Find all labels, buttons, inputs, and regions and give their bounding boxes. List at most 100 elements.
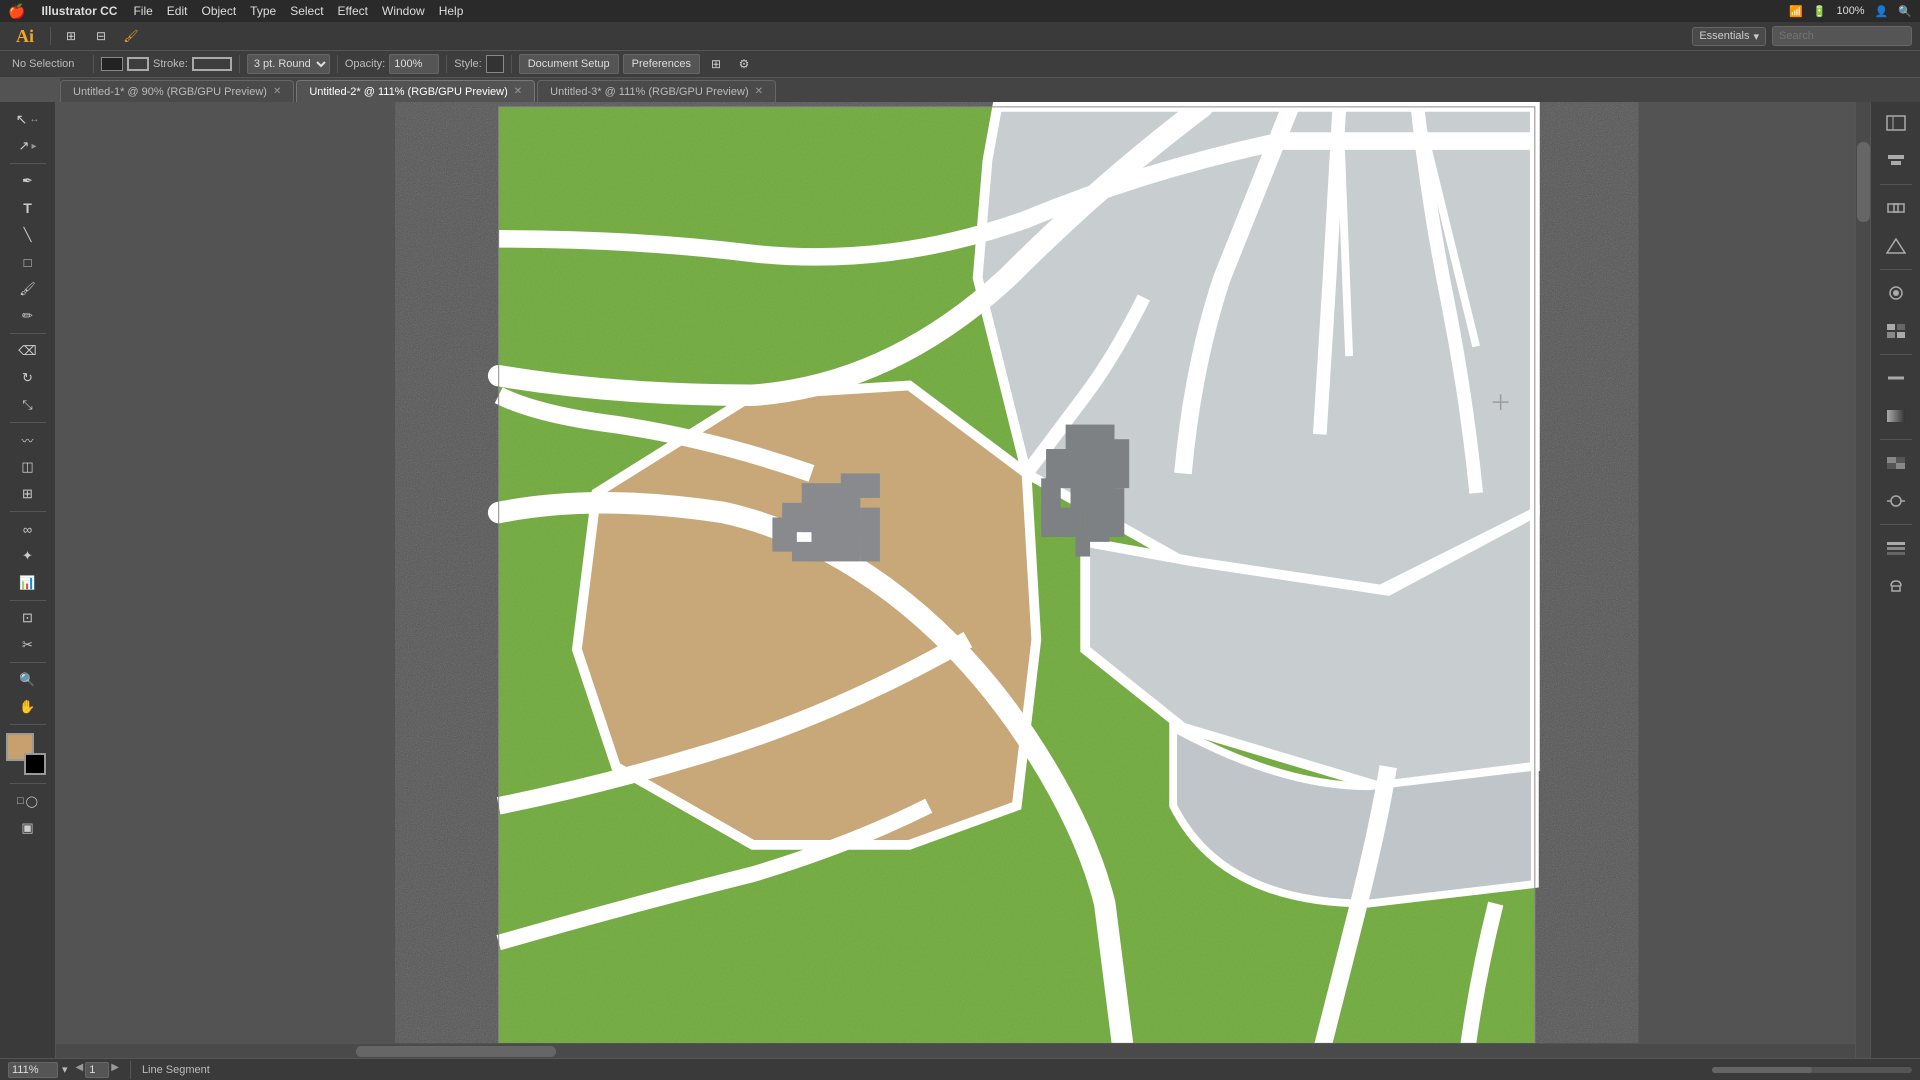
app-name: Illustrator CC bbox=[41, 4, 117, 18]
sep bbox=[130, 1061, 131, 1079]
scale-tool[interactable]: ⤡ bbox=[4, 392, 52, 418]
main-toolbar: No Selection Stroke: 3 pt. Round 1 pt. 2… bbox=[0, 50, 1920, 78]
sep8 bbox=[10, 783, 46, 784]
links-btn[interactable] bbox=[1877, 569, 1915, 603]
apple-icon[interactable]: 🍎 bbox=[8, 3, 25, 20]
color-panel-btn[interactable] bbox=[1877, 276, 1915, 310]
zoom-control: 111% ▾ bbox=[8, 1062, 68, 1078]
tab-close-2[interactable]: ✕ bbox=[514, 86, 522, 97]
sep bbox=[10, 163, 46, 164]
pencil-tool[interactable]: ✏ bbox=[4, 303, 52, 329]
settings-icon[interactable]: ⚙ bbox=[732, 52, 756, 76]
style-swatch[interactable] bbox=[486, 55, 504, 73]
sep5 bbox=[511, 55, 512, 73]
shape-tool[interactable]: □ bbox=[4, 249, 52, 275]
canvas-area[interactable] bbox=[56, 102, 1870, 1058]
page-nav: ◀ 1 ▶ bbox=[76, 1062, 119, 1078]
swatches-btn[interactable] bbox=[1877, 314, 1915, 348]
sep5 bbox=[1880, 524, 1912, 525]
separator bbox=[50, 27, 51, 45]
sep3 bbox=[1880, 354, 1912, 355]
zoom-input[interactable]: 111% bbox=[8, 1062, 58, 1078]
stroke-box[interactable] bbox=[24, 753, 46, 775]
arrange-icon[interactable]: ⊞ bbox=[704, 52, 728, 76]
tabs-bar: Untitled-1* @ 90% (RGB/GPU Preview) ✕ Un… bbox=[60, 78, 1920, 102]
shape-builder-btn[interactable] bbox=[1877, 229, 1915, 263]
transform-panel-btn[interactable] bbox=[1877, 106, 1915, 140]
sep4 bbox=[10, 511, 46, 512]
line-tool[interactable]: ╲ bbox=[4, 222, 52, 248]
tab-close-1[interactable]: ✕ bbox=[273, 86, 281, 97]
user-icon: 👤 bbox=[1875, 5, 1889, 18]
paintbrush-tool[interactable]: 🖌 bbox=[4, 276, 52, 302]
preferences-button[interactable]: Preferences bbox=[623, 54, 700, 74]
tab-untitled2[interactable]: Untitled-2* @ 111% (RGB/GPU Preview) ✕ bbox=[296, 80, 535, 102]
menu-file[interactable]: File bbox=[133, 4, 152, 18]
system-tray: 📶 🔋 100% 👤 🔍 bbox=[1789, 5, 1912, 18]
scroll-right[interactable] bbox=[1855, 102, 1870, 1058]
gradient-tool[interactable]: ◫ bbox=[4, 454, 52, 480]
menu-type[interactable]: Type bbox=[250, 4, 276, 18]
next-page-btn[interactable]: ▶ bbox=[111, 1062, 119, 1078]
app-logo: Ai bbox=[8, 22, 42, 50]
stroke-size-select[interactable]: 3 pt. Round 1 pt. 2 pt. 5 pt. bbox=[247, 54, 330, 74]
document-setup-button[interactable]: Document Setup bbox=[519, 54, 619, 74]
fill-color-box[interactable] bbox=[101, 57, 123, 71]
page-input[interactable]: 1 bbox=[85, 1062, 109, 1078]
color-area[interactable] bbox=[6, 733, 50, 775]
search-input[interactable] bbox=[1772, 26, 1912, 46]
transparency-btn[interactable] bbox=[1877, 446, 1915, 480]
rotate-tool[interactable]: ↻ bbox=[4, 365, 52, 391]
sep3 bbox=[337, 55, 338, 73]
tab-untitled1[interactable]: Untitled-1* @ 90% (RGB/GPU Preview) ✕ bbox=[60, 80, 294, 102]
symbol-tool[interactable]: ✦ bbox=[4, 543, 52, 569]
direct-select-tool[interactable]: ↗▸ bbox=[4, 133, 52, 159]
brush-btn[interactable]: 🖌 bbox=[119, 24, 143, 48]
eraser-tool[interactable]: ⌫ bbox=[4, 338, 52, 364]
sep1 bbox=[93, 55, 94, 73]
pathfinder-btn[interactable] bbox=[1877, 191, 1915, 225]
tab-untitled3[interactable]: Untitled-3* @ 111% (RGB/GPU Preview) ✕ bbox=[537, 80, 776, 102]
chevron-down-icon: ▾ bbox=[1753, 30, 1759, 43]
prev-page-btn[interactable]: ◀ bbox=[76, 1062, 84, 1078]
stroke-color-box[interactable] bbox=[127, 57, 149, 71]
menu-edit[interactable]: Edit bbox=[167, 4, 188, 18]
stroke-swatch[interactable] bbox=[192, 57, 232, 71]
menu-window[interactable]: Window bbox=[382, 4, 425, 18]
artboard-tool[interactable]: ⊡ bbox=[4, 605, 52, 631]
status-label: Line Segment bbox=[142, 1064, 210, 1076]
fill-stroke-icons[interactable]: □◯ bbox=[4, 788, 52, 814]
gradient-panel-btn[interactable] bbox=[1877, 399, 1915, 433]
stroke-panel-btn[interactable] bbox=[1877, 361, 1915, 395]
view-btn[interactable]: ⊟ bbox=[89, 24, 113, 48]
system-menu: File Edit Object Type Select Effect Wind… bbox=[133, 4, 463, 18]
menu-effect[interactable]: Effect bbox=[338, 4, 368, 18]
tab-close-3[interactable]: ✕ bbox=[755, 86, 763, 97]
slice-tool[interactable]: ✂ bbox=[4, 632, 52, 658]
pen-tool[interactable]: ✒ bbox=[4, 168, 52, 194]
column-graph-tool[interactable]: 📊 bbox=[4, 570, 52, 596]
scroll-bottom[interactable] bbox=[56, 1043, 1855, 1058]
appearance-btn[interactable] bbox=[1877, 484, 1915, 518]
warp-tool[interactable]: 〰 bbox=[4, 427, 52, 453]
menu-help[interactable]: Help bbox=[439, 4, 464, 18]
essentials-button[interactable]: Essentials ▾ bbox=[1692, 27, 1766, 46]
search-icon[interactable]: 🔍 bbox=[1898, 5, 1912, 18]
selection-tool[interactable]: ↖↔ bbox=[4, 106, 52, 132]
layers-btn[interactable] bbox=[1877, 531, 1915, 565]
blend-tool[interactable]: ∞ bbox=[4, 516, 52, 542]
menu-object[interactable]: Object bbox=[201, 4, 236, 18]
clock: 100% bbox=[1836, 5, 1864, 17]
zoom-tool[interactable]: 🔍 bbox=[4, 667, 52, 693]
sep7 bbox=[10, 724, 46, 725]
sep3 bbox=[10, 422, 46, 423]
arrange-btn[interactable]: ⊞ bbox=[59, 24, 83, 48]
hand-tool[interactable]: ✋ bbox=[4, 694, 52, 720]
type-tool[interactable]: T bbox=[4, 195, 52, 221]
screen-mode[interactable]: ▣ bbox=[4, 815, 52, 841]
mesh-tool[interactable]: ⊞ bbox=[4, 481, 52, 507]
align-panel-btn[interactable] bbox=[1877, 144, 1915, 178]
menu-select[interactable]: Select bbox=[290, 4, 323, 18]
zoom-dropdown-icon[interactable]: ▾ bbox=[62, 1063, 68, 1076]
opacity-input[interactable] bbox=[389, 54, 439, 74]
